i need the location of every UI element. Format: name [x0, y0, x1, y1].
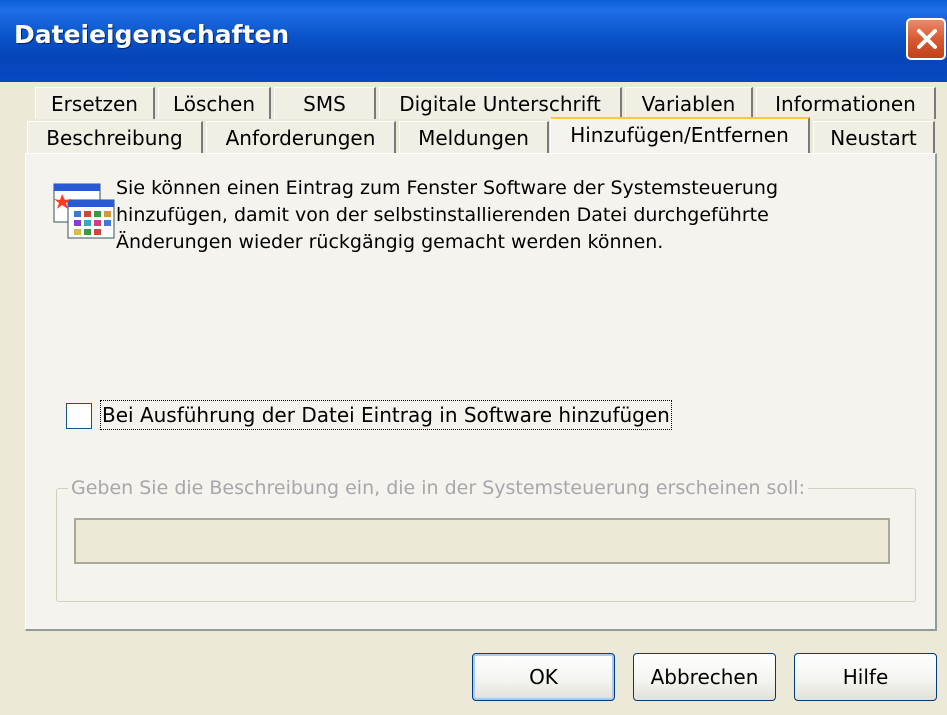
tab-loeschen[interactable]: Löschen: [158, 87, 271, 119]
close-icon: [917, 29, 937, 49]
description-input[interactable]: [74, 518, 890, 564]
ok-button[interactable]: OK: [472, 653, 615, 701]
tab-meldungen[interactable]: Meldungen: [399, 121, 549, 153]
tab-informationen[interactable]: Informationen: [756, 87, 936, 119]
help-button[interactable]: Hilfe: [794, 653, 937, 701]
cancel-button[interactable]: Abbrechen: [633, 653, 776, 701]
title-bar[interactable]: Dateieigenschaften: [0, 0, 947, 82]
window-title: Dateieigenschaften: [14, 20, 290, 49]
dialog-client-area: Ersetzen Löschen SMS Digitale Unterschri…: [0, 82, 947, 715]
tab-beschreibung[interactable]: Beschreibung: [27, 121, 203, 153]
tab-variablen[interactable]: Variablen: [625, 87, 753, 119]
control-panel-icon: [53, 183, 115, 239]
tab-sms[interactable]: SMS: [274, 87, 376, 119]
tab-anforderungen[interactable]: Anforderungen: [206, 121, 396, 153]
add-entry-checkbox[interactable]: [66, 403, 92, 429]
properties-dialog: Dateieigenschaften Ersetzen Löschen SMS …: [0, 0, 947, 715]
info-text: Sie können einen Eintrag zum Fenster Sof…: [116, 177, 779, 253]
close-button[interactable]: [906, 18, 946, 60]
tab-neustart[interactable]: Neustart: [813, 121, 935, 153]
description-group-label: Geben Sie die Beschreibung ein, die in d…: [68, 476, 808, 500]
tab-hinzufuegen-entfernen[interactable]: Hinzufügen/Entfernen: [550, 117, 810, 153]
tab-digitale-unterschrift[interactable]: Digitale Unterschrift: [379, 87, 622, 119]
add-entry-checkbox-label[interactable]: Bei Ausführung der Datei Eintrag in Soft…: [100, 400, 672, 430]
tab-ersetzen[interactable]: Ersetzen: [35, 87, 155, 119]
